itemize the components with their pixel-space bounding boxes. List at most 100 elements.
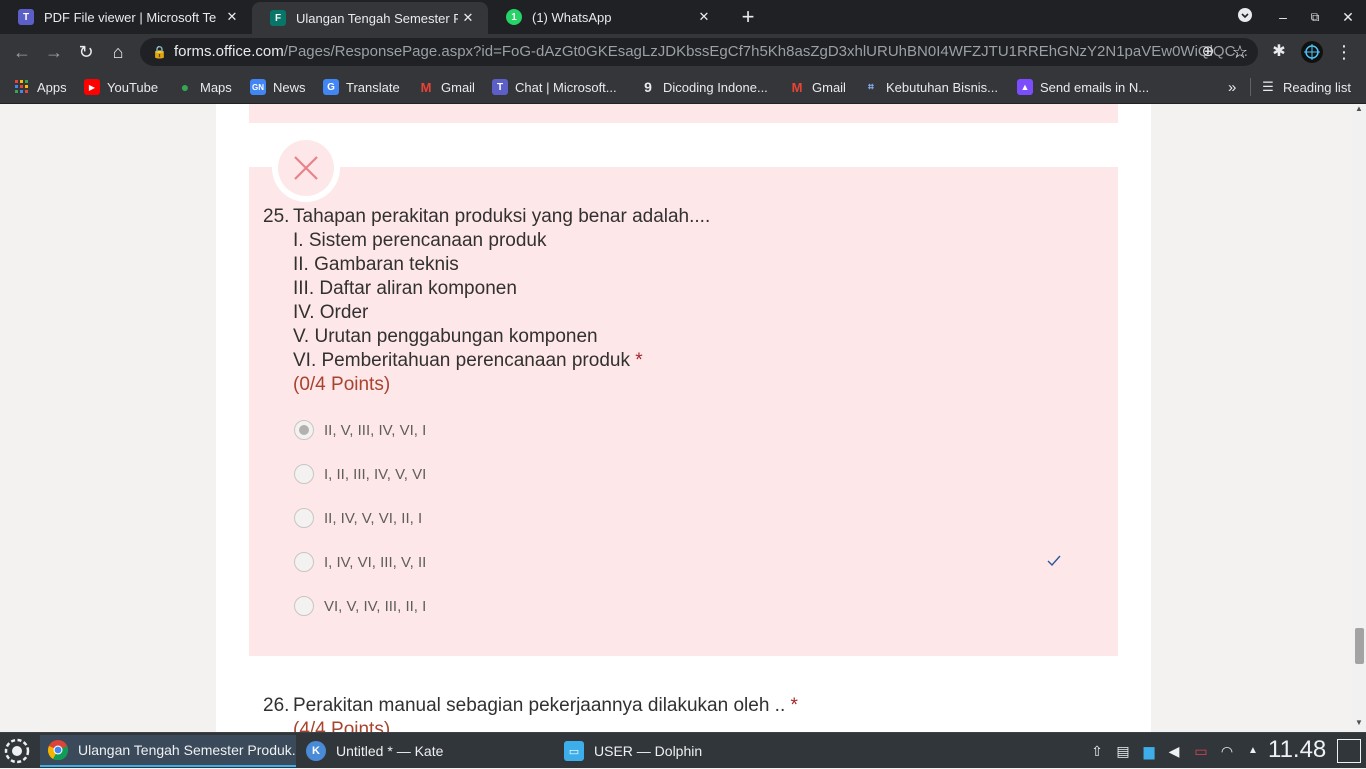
- close-tab-icon[interactable]: ✕: [694, 9, 714, 25]
- wifi-icon[interactable]: ◠: [1218, 742, 1236, 760]
- bookmark-gmail[interactable]: M Gmail: [418, 78, 475, 96]
- bookmark-news[interactable]: GN News: [250, 78, 306, 96]
- tab-whatsapp[interactable]: 1 (1) WhatsApp ✕: [488, 0, 724, 34]
- rocket-icon: ▲: [1017, 79, 1033, 95]
- required-mark: *: [635, 350, 643, 371]
- menu-icon[interactable]: ⋮: [1333, 41, 1355, 63]
- new-tab-button[interactable]: +: [737, 6, 759, 28]
- back-icon[interactable]: ←: [11, 41, 33, 63]
- whatsapp-icon: 1: [506, 9, 522, 25]
- chrome-icon: [48, 740, 68, 760]
- notifications-icon[interactable]: ▆: [1140, 742, 1158, 760]
- scroll-down-icon[interactable]: ▼: [1355, 718, 1363, 727]
- tab-forms[interactable]: F Ulangan Tengah Semester Pr ✕: [252, 2, 488, 34]
- option-4[interactable]: I, IV, VI, III, V, II: [294, 552, 426, 572]
- kate-icon: K: [306, 741, 326, 761]
- question-line: I. Sistem perencanaan produk: [293, 230, 547, 251]
- close-icon: [294, 156, 318, 180]
- correct-answer-check-icon: [1047, 555, 1061, 567]
- bookmark-gmail-2[interactable]: M Gmail: [789, 78, 846, 96]
- radio-button[interactable]: [294, 552, 314, 572]
- bookmark-apps[interactable]: Apps: [14, 78, 67, 96]
- reading-list-icon: ☰: [1262, 79, 1274, 94]
- incorrect-badge: [272, 134, 340, 202]
- option-3[interactable]: II, IV, V, VI, II, I: [294, 508, 422, 528]
- home-icon[interactable]: ⌂: [107, 41, 129, 63]
- bookmark-translate[interactable]: G Translate: [323, 78, 400, 96]
- tray-expand-icon[interactable]: ▲: [1244, 742, 1262, 760]
- reading-list-label: Reading list: [1283, 79, 1351, 95]
- previous-question-tail: [249, 104, 1118, 123]
- bookmarks-overflow-button[interactable]: »: [1228, 78, 1236, 96]
- task-chrome[interactable]: Ulangan Tengah Semester Produk...: [40, 735, 296, 767]
- updates-icon[interactable]: ⇧: [1088, 742, 1106, 760]
- clipboard-icon[interactable]: ▤: [1114, 742, 1132, 760]
- scrollbar-thumb[interactable]: [1355, 628, 1364, 664]
- question-title: Tahapan perakitan produksi yang benar ad…: [293, 206, 711, 227]
- youtube-icon: ▶: [84, 79, 100, 95]
- battery-icon[interactable]: ▭: [1192, 742, 1210, 760]
- radio-button[interactable]: [294, 464, 314, 484]
- option-1[interactable]: II, V, III, IV, VI, I: [294, 420, 426, 440]
- volume-icon[interactable]: ◀: [1165, 742, 1183, 760]
- option-2[interactable]: I, II, III, IV, V, VI: [294, 464, 426, 484]
- task-dolphin[interactable]: ▭ USER — Dolphin: [556, 735, 812, 767]
- bookmark-send-emails[interactable]: ▲ Send emails in N...: [1017, 78, 1149, 96]
- radio-button[interactable]: [294, 596, 314, 616]
- radio-button-selected[interactable]: [294, 420, 314, 440]
- reload-icon[interactable]: ↻: [75, 41, 97, 63]
- tab-search-icon[interactable]: [1234, 6, 1256, 28]
- question-line: VI. Pemberitahuan perencanaan produk: [293, 350, 630, 371]
- bookmark-label: Gmail: [812, 79, 846, 95]
- scroll-up-icon[interactable]: ▲: [1355, 104, 1363, 113]
- task-label: USER — Dolphin: [594, 743, 703, 759]
- close-window-icon[interactable]: ✕: [1337, 6, 1359, 28]
- required-mark: *: [790, 695, 798, 716]
- bookmark-dicoding[interactable]: 9 Dicoding Indone...: [640, 78, 768, 96]
- apps-grid-icon: [14, 79, 30, 95]
- bookmark-label: Apps: [37, 79, 67, 95]
- question-title: Perakitan manual sebagian pekerjaannya d…: [293, 695, 786, 716]
- tab-pdf-viewer[interactable]: T PDF File viewer | Microsoft Te ✕: [0, 0, 252, 34]
- bookmark-label: Chat | Microsoft...: [515, 79, 617, 95]
- zoom-icon[interactable]: ⊕: [1197, 41, 1219, 63]
- maps-icon: ●: [180, 79, 190, 95]
- option-label: II, IV, V, VI, II, I: [324, 509, 423, 527]
- show-desktop-icon[interactable]: [1337, 739, 1361, 763]
- bookmark-label: Send emails in N...: [1040, 79, 1150, 95]
- minimize-icon[interactable]: –: [1272, 6, 1294, 28]
- url-host: forms.office.com: [174, 43, 284, 60]
- taskbar: Ulangan Tengah Semester Produk... K Unti…: [0, 732, 1366, 768]
- address-bar[interactable]: 🔒 forms.office.com/Pages/ResponsePage.as…: [140, 38, 1258, 66]
- bookmark-label: Kebutuhan Bisnis...: [886, 79, 999, 95]
- bookmark-star-icon[interactable]: ☆: [1229, 41, 1251, 63]
- application-launcher-icon[interactable]: [4, 738, 30, 764]
- close-tab-icon[interactable]: ✕: [222, 9, 242, 25]
- bookmark-teams-chat[interactable]: T Chat | Microsoft...: [492, 78, 617, 96]
- option-label: II, V, III, IV, VI, I: [324, 421, 427, 439]
- restore-icon[interactable]: ⧉: [1304, 6, 1326, 28]
- teams-icon: T: [492, 79, 508, 95]
- bookmark-youtube[interactable]: ▶ YouTube: [84, 78, 158, 96]
- question-line: IV. Order: [293, 302, 369, 323]
- extensions-icon[interactable]: ✱: [1268, 41, 1290, 63]
- clock[interactable]: 11.48: [1268, 736, 1326, 764]
- task-label: Untitled * — Kate: [336, 743, 444, 759]
- reading-list-button[interactable]: ☰ Reading list: [1250, 78, 1351, 96]
- bookmark-maps[interactable]: ● Maps: [177, 78, 232, 96]
- bookmark-label: Translate: [346, 79, 400, 95]
- bookmark-kebutuhan-bisnis[interactable]: ⌗ Kebutuhan Bisnis...: [863, 78, 998, 96]
- profile-avatar[interactable]: [1301, 41, 1323, 63]
- page-scrollbar[interactable]: ▲ ▼: [1352, 104, 1366, 732]
- close-tab-icon[interactable]: ✕: [458, 10, 478, 26]
- radio-button[interactable]: [294, 508, 314, 528]
- forms-icon: F: [270, 10, 286, 26]
- forward-icon[interactable]: →: [43, 41, 65, 63]
- option-5[interactable]: VI, V, IV, III, II, I: [294, 596, 426, 616]
- option-label: VI, V, IV, III, II, I: [324, 597, 427, 615]
- points-score-26: (4/4 Points): [293, 719, 391, 732]
- tab-title: Ulangan Tengah Semester Pr: [296, 10, 458, 26]
- task-kate[interactable]: K Untitled * — Kate: [298, 735, 554, 767]
- option-label: I, IV, VI, III, V, II: [324, 553, 427, 571]
- bookmark-label: Maps: [200, 79, 232, 95]
